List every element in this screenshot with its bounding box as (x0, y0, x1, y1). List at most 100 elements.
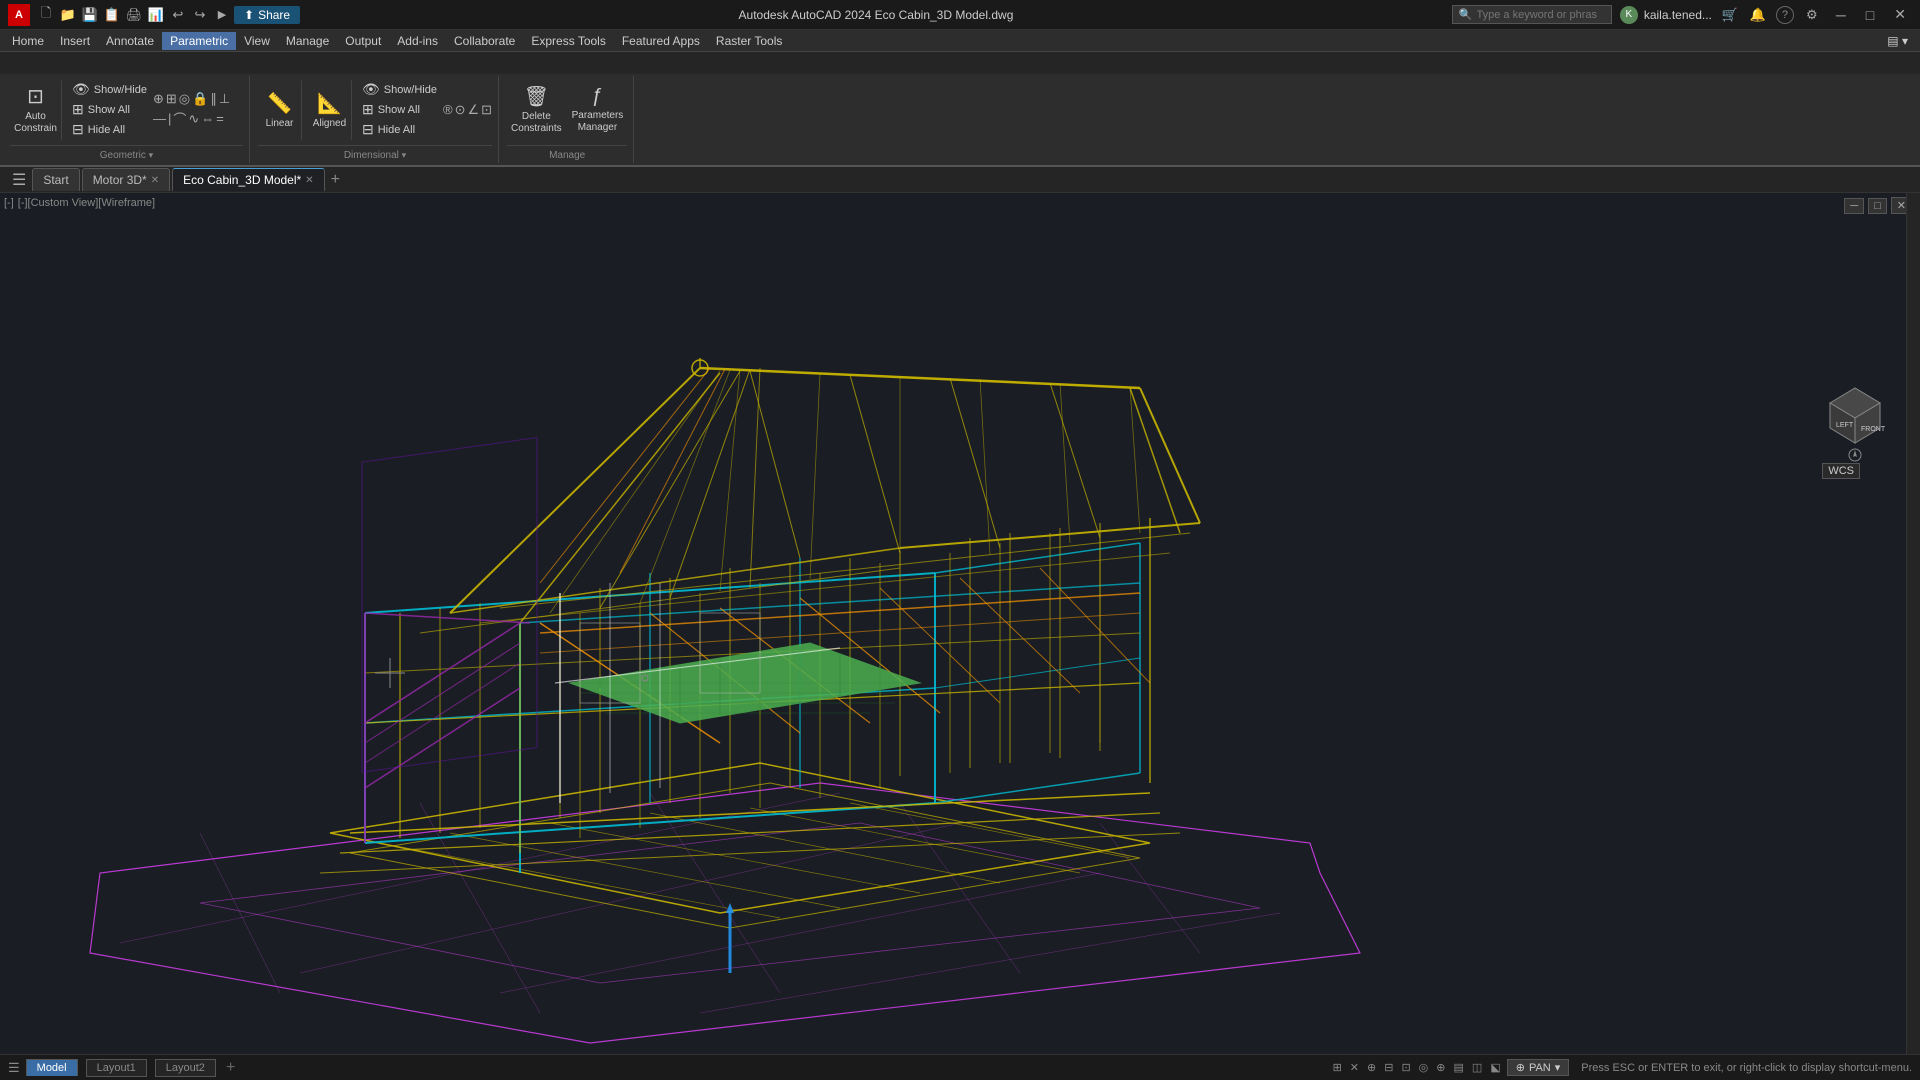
close-motor3d-icon[interactable]: ✕ (151, 175, 159, 186)
hide-all-dim-button[interactable]: ⊟ Hide All (358, 120, 441, 139)
menu-home[interactable]: Home (4, 32, 52, 50)
menu-insert[interactable]: Insert (52, 32, 98, 50)
fixed-icon[interactable]: 🔒 (192, 91, 208, 107)
angle-icon[interactable]: ∠ (467, 102, 479, 118)
share-icon-btn[interactable]: ▶ (212, 5, 232, 25)
plot-btn[interactable]: 📊 (146, 5, 166, 25)
colinear-icon[interactable]: ⊞ (166, 91, 177, 107)
close-ecocabin-icon[interactable]: ✕ (305, 175, 313, 186)
menu-output[interactable]: Output (337, 32, 389, 50)
diameter-icon[interactable]: ⊙ (455, 102, 466, 118)
ribbon: ⊡ AutoConstrain 👁 Show/Hide ⊞ Show All ⊟ (0, 52, 1920, 167)
grid-icon[interactable]: ⊞ (1331, 1061, 1344, 1074)
menu-annotate[interactable]: Annotate (98, 32, 162, 50)
snap-close-icon[interactable]: ✕ (1348, 1061, 1361, 1074)
form-icon[interactable]: ⊡ (481, 102, 492, 118)
tangent-icon[interactable]: ⌒ (173, 109, 186, 128)
snap-icon[interactable]: ⊕ (1365, 1061, 1378, 1074)
maximize-button[interactable]: □ (1860, 5, 1880, 25)
print-btn[interactable]: 🖨 (124, 5, 144, 25)
menu-raster-tools[interactable]: Raster Tools (708, 32, 790, 50)
3d-viewport-canvas[interactable] (0, 193, 1920, 1054)
horizontal-icon[interactable]: ― (153, 111, 166, 126)
doc-tab-ecocabin[interactable]: Eco Cabin_3D Model* ✕ (172, 168, 324, 191)
show-hide-geo-button[interactable]: 👁 Show/Hide (68, 80, 151, 99)
viewport-minimize-btn[interactable]: ─ (1844, 198, 1864, 214)
undo-btn[interactable]: ↩ (168, 5, 188, 25)
menu-view[interactable]: View (236, 32, 278, 50)
transparency-icon[interactable]: ◫ (1470, 1061, 1484, 1074)
lineweight-icon[interactable]: ▤ (1452, 1061, 1466, 1074)
viewport-maximize-btn[interactable]: □ (1868, 198, 1887, 214)
search-input[interactable] (1477, 9, 1597, 21)
workspace-selector[interactable]: ▤ ▾ (1879, 32, 1916, 50)
search-bar[interactable]: 🔍 (1452, 5, 1612, 24)
hamburger-menu-icon[interactable]: ☰ (8, 1060, 20, 1076)
menu-addins[interactable]: Add-ins (389, 32, 446, 50)
save-as-btn[interactable]: 📋 (102, 5, 122, 25)
settings-gear-icon[interactable]: ⚙ (1802, 5, 1822, 25)
perpendicular-icon[interactable]: ⊥ (219, 91, 230, 107)
concentric-icon[interactable]: ◎ (179, 91, 190, 107)
show-hide-dim-button[interactable]: 👁 Show/Hide (358, 80, 441, 99)
otrack-icon[interactable]: ⊕ (1434, 1061, 1447, 1074)
show-all-geo-button[interactable]: ⊞ Show All (68, 100, 151, 119)
equal-icon[interactable]: = (216, 111, 224, 126)
layout1-tab[interactable]: Layout1 (86, 1059, 147, 1077)
cart-icon[interactable]: 🛒 (1720, 5, 1740, 25)
quick-access-toolbar: 🗋 📁 💾 📋 🖨 📊 ↩ ↪ ▶ ⬆ Share (36, 5, 300, 25)
minimize-button[interactable]: ─ (1830, 5, 1852, 25)
help-icon[interactable]: ? (1776, 6, 1794, 24)
add-tab-button[interactable]: + (327, 169, 344, 191)
tab-motor3d-label: Motor 3D* (93, 173, 147, 187)
parallel-icon[interactable]: ∥ (210, 91, 217, 107)
linear-button[interactable]: 📏 Linear (258, 80, 302, 140)
polar-icon[interactable]: ⊡ (1399, 1061, 1412, 1074)
smooth-icon[interactable]: ∿ (188, 111, 199, 127)
geometric-small-btns: 👁 Show/Hide ⊞ Show All ⊟ Hide All (68, 80, 151, 139)
ortho-icon[interactable]: ⊟ (1382, 1061, 1395, 1074)
menu-collaborate[interactable]: Collaborate (446, 32, 523, 50)
viewport-menu-icon[interactable]: [-] (4, 197, 14, 209)
radius-icon[interactable]: ® (443, 102, 453, 117)
menu-featured-apps[interactable]: Featured Apps (614, 32, 708, 50)
open-btn[interactable]: 📁 (58, 5, 78, 25)
layout2-tab[interactable]: Layout2 (155, 1059, 216, 1077)
viewport[interactable]: [-] [-][Custom View][Wireframe] ─ □ ✕ (0, 193, 1920, 1054)
coincident-icon[interactable]: ⊕ (153, 91, 164, 107)
viewcube[interactable]: LEFT FRONT (1810, 373, 1900, 466)
pan-selector[interactable]: ⊕ PAN ▾ (1507, 1059, 1570, 1076)
save-btn[interactable]: 💾 (80, 5, 100, 25)
parameters-manager-button[interactable]: ƒ ParametersManager (568, 80, 628, 140)
tab-menu-icon[interactable]: ☰ (8, 168, 30, 192)
redo-btn[interactable]: ↪ (190, 5, 210, 25)
model-tab[interactable]: Model (26, 1059, 78, 1076)
user-area[interactable]: K kaila.tened... (1620, 6, 1712, 24)
doc-tab-start[interactable]: Start (32, 168, 79, 191)
symmetric-icon[interactable]: ⇔ (201, 111, 214, 126)
vertical-scrollbar[interactable] (1906, 193, 1920, 1054)
menu-manage[interactable]: Manage (278, 32, 337, 50)
viewport-label: [-] [-][Custom View][Wireframe] (4, 197, 155, 209)
selection-icon[interactable]: ⬕ (1488, 1061, 1502, 1074)
menu-express-tools[interactable]: Express Tools (523, 32, 613, 50)
workspace-label[interactable]: ▤ ▾ (1879, 32, 1916, 50)
menu-parametric[interactable]: Parametric (162, 32, 236, 50)
show-all-dim-button[interactable]: ⊞ Show All (358, 100, 441, 119)
vertical-icon[interactable]: | (168, 111, 171, 126)
close-button[interactable]: ✕ (1888, 4, 1912, 25)
osnap-icon[interactable]: ◎ (1417, 1061, 1431, 1074)
viewcube-svg[interactable]: LEFT FRONT (1810, 373, 1900, 463)
delete-constraints-button[interactable]: 🗑 DeleteConstraints (507, 80, 566, 140)
auto-constrain-button[interactable]: ⊡ AutoConstrain (10, 80, 62, 140)
doc-tab-motor3d[interactable]: Motor 3D* ✕ (82, 168, 170, 191)
share-button[interactable]: ⬆ Share (234, 6, 300, 24)
hide-all-geo-button[interactable]: ⊟ Hide All (68, 120, 151, 139)
linear-icon: 📏 (267, 91, 292, 116)
user-avatar: K (1620, 6, 1638, 24)
add-layout-button[interactable]: + (222, 1059, 239, 1077)
pan-cursor-icon: ⊕ (1516, 1061, 1525, 1074)
bell-icon[interactable]: 🔔 (1748, 5, 1768, 25)
new-btn[interactable]: 🗋 (36, 5, 56, 25)
aligned-button[interactable]: 📐 Aligned (308, 80, 352, 140)
